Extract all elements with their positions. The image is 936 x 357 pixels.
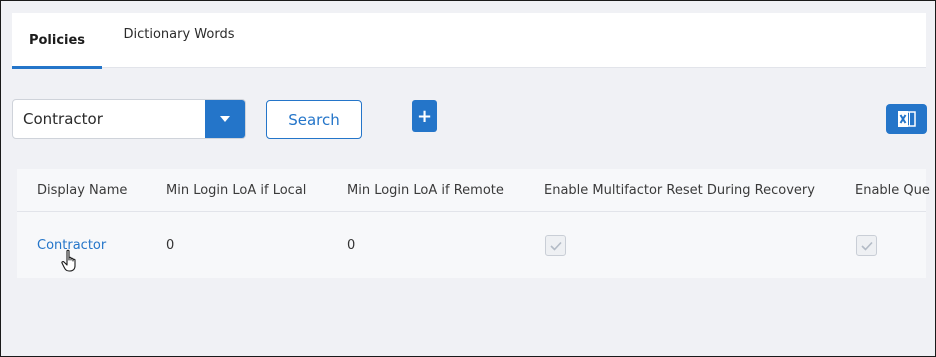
enable-que-checkbox[interactable] bbox=[856, 235, 877, 256]
dropdown-toggle-button[interactable] bbox=[205, 100, 245, 138]
export-excel-button[interactable] bbox=[886, 104, 927, 134]
checkmark-icon bbox=[860, 241, 873, 251]
policies-table: Display Name Min Login LoA if Local Min … bbox=[17, 169, 930, 278]
tab-policies[interactable]: Policies bbox=[12, 13, 102, 69]
header-enable-que[interactable]: Enable Que bbox=[855, 169, 930, 212]
excel-icon bbox=[897, 111, 916, 127]
multifactor-reset-checkbox[interactable] bbox=[545, 235, 566, 256]
tab-dictionary-words[interactable]: Dictionary Words bbox=[116, 7, 242, 62]
header-display-name[interactable]: Display Name bbox=[37, 169, 127, 212]
header-min-login-remote[interactable]: Min Login LoA if Remote bbox=[347, 169, 504, 212]
search-button[interactable]: Search bbox=[266, 100, 362, 139]
min-login-remote-value: 0 bbox=[347, 238, 356, 253]
table-row[interactable]: Contractor 0 0 bbox=[17, 213, 926, 278]
policy-select[interactable]: Contractor bbox=[12, 99, 246, 139]
table-header: Display Name Min Login LoA if Local Min … bbox=[17, 169, 930, 212]
header-min-login-local[interactable]: Min Login LoA if Local bbox=[166, 169, 306, 212]
plus-icon: + bbox=[416, 105, 433, 127]
hand-pointer-icon bbox=[61, 249, 76, 272]
header-multifactor-reset[interactable]: Enable Multifactor Reset During Recovery bbox=[544, 169, 815, 212]
policy-select-value: Contractor bbox=[23, 110, 103, 128]
min-login-local-value: 0 bbox=[166, 238, 175, 253]
checkmark-icon bbox=[549, 241, 562, 251]
tab-bar: Policies Dictionary Words bbox=[12, 13, 926, 69]
chevron-down-icon bbox=[220, 116, 230, 122]
add-button[interactable]: + bbox=[412, 100, 437, 132]
